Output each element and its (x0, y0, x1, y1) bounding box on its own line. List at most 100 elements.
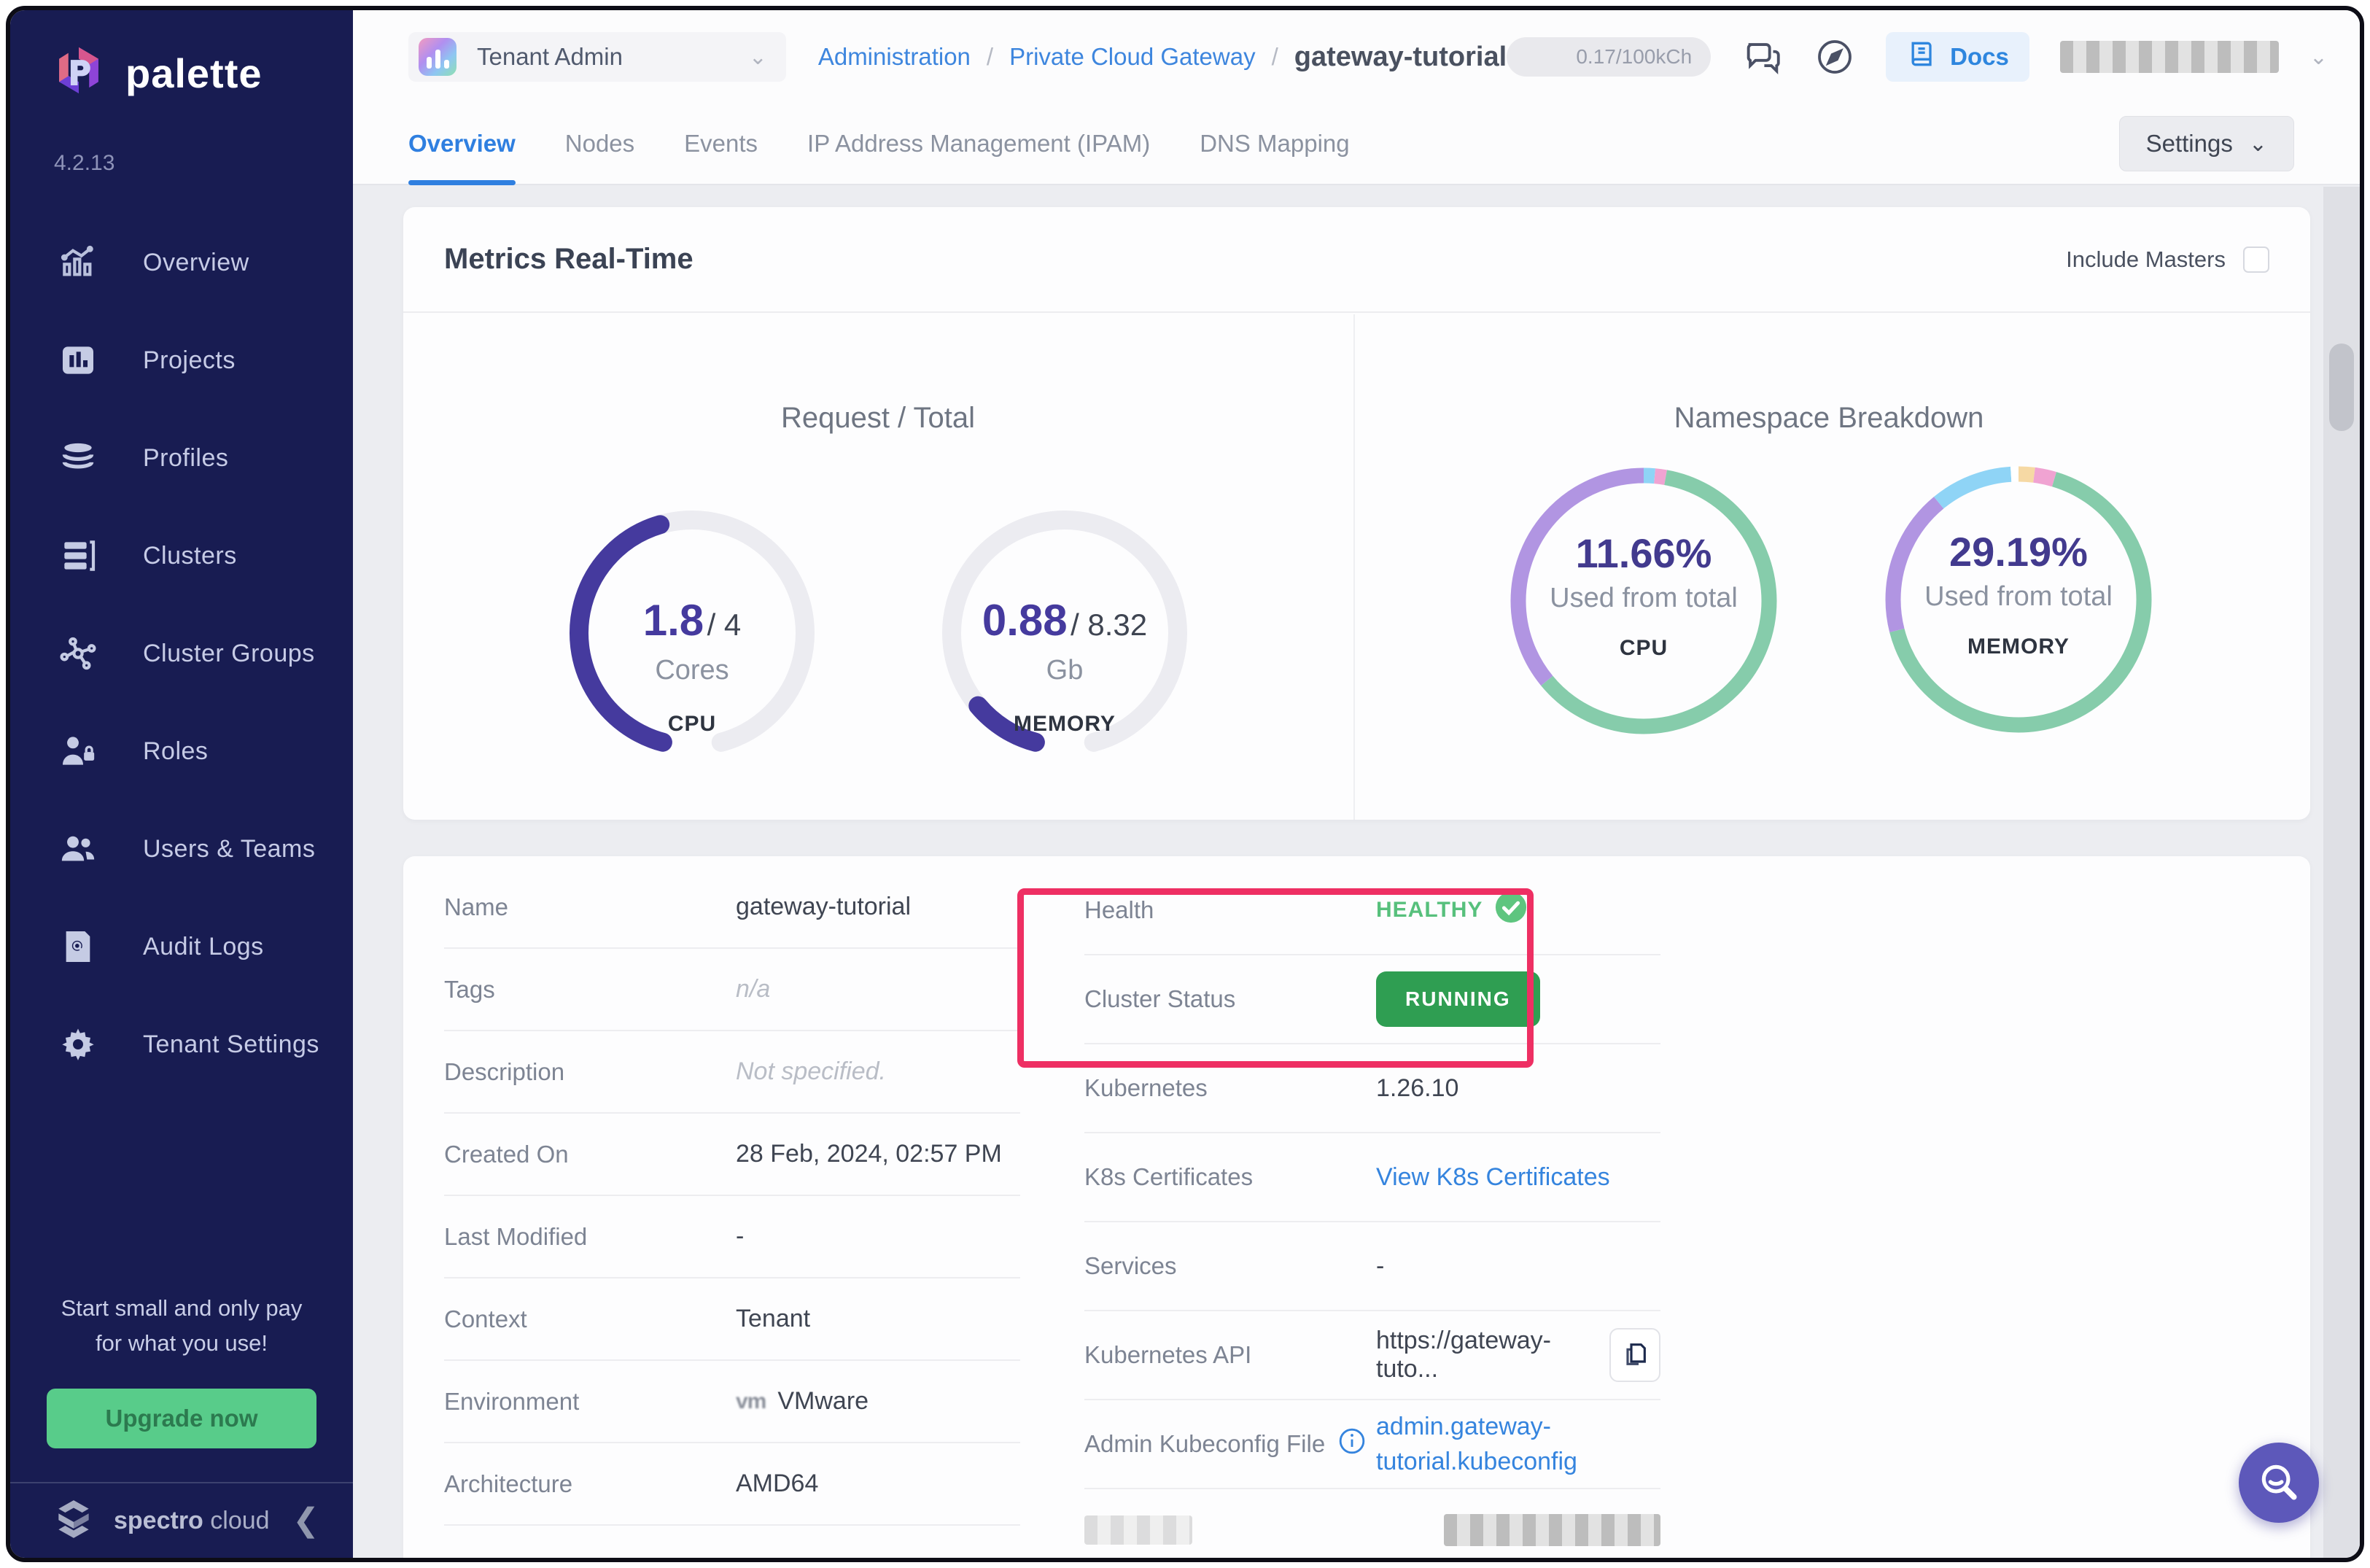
running-status-badge: RUNNING (1376, 971, 1540, 1027)
server-icon (55, 533, 101, 578)
main-area: Tenant Admin ⌄ Administration / Private … (353, 10, 2360, 1558)
row-label: Admin Kubeconfig File (1084, 1430, 1326, 1457)
search-icon (2256, 1459, 2301, 1507)
sidebar-item-overview[interactable]: Overview (55, 240, 353, 285)
bar-chart-icon (55, 338, 101, 383)
settings-button[interactable]: Settings ⌄ (2118, 116, 2294, 171)
row-value: VMware (777, 1387, 869, 1415)
memory-namespace-donut: 29.19% Used from total MEMORY (1880, 461, 2157, 738)
info-icon[interactable] (1338, 1427, 1366, 1461)
row-label: Health (1084, 896, 1154, 923)
scrollbar-track[interactable] (2323, 187, 2360, 1558)
memory-used-percent: 29.19% (1949, 529, 2088, 575)
row-label: Services (1084, 1252, 1177, 1279)
memory-total-value: / 8.32 (1071, 608, 1148, 642)
breadcrumb-separator: / (986, 43, 994, 70)
sidebar-item-label: Profiles (143, 443, 229, 472)
view-k8s-certificates-link[interactable]: View K8s Certificates (1376, 1163, 1660, 1192)
detail-row-name: Name gateway-tutorial (444, 866, 1020, 949)
chevron-down-icon[interactable]: ⌄ (2309, 44, 2328, 70)
scrollbar-thumb[interactable] (2329, 344, 2354, 431)
include-masters-control: Include Masters (2066, 246, 2269, 273)
cpu-namespace-donut: 11.66% Used from total CPU (1505, 462, 1782, 740)
sidebar-item-label: Projects (143, 346, 236, 374)
row-label: Kubernetes API (1084, 1341, 1252, 1368)
tab-overview[interactable]: Overview (408, 104, 516, 185)
breadcrumb: Administration / Private Cloud Gateway /… (818, 42, 1507, 73)
sidebar-collapse-icon[interactable]: ❮ (292, 1505, 319, 1537)
detail-row-created-on: Created On 28 Feb, 2024, 02:57 PM (444, 1114, 1020, 1196)
breadcrumb-link-administration[interactable]: Administration (818, 43, 971, 71)
sidebar-item-clusters[interactable]: Clusters (55, 533, 353, 578)
upgrade-now-button[interactable]: Upgrade now (47, 1389, 316, 1448)
user-menu[interactable] (2059, 41, 2279, 73)
search-fab-button[interactable] (2239, 1443, 2319, 1523)
detail-row-services: Services - (1084, 1222, 1660, 1311)
row-value: Not specified. (736, 1057, 886, 1085)
redacted-value (1444, 1514, 1660, 1546)
kubernetes-api-url: https://gateway-tuto... (1376, 1327, 1552, 1383)
details-left-column: Name gateway-tutorial Tags n/a Descripti… (444, 866, 1020, 1552)
tab-dns-mapping[interactable]: DNS Mapping (1200, 104, 1349, 184)
sidebar-item-cluster-groups[interactable]: Cluster Groups (55, 631, 353, 676)
sidebar-item-roles[interactable]: Roles (55, 729, 353, 774)
credits-usage-pill: 0.17/100kCh (1507, 37, 1712, 77)
breadcrumb-separator: / (1271, 43, 1278, 70)
promo-line-2: for what you use! (95, 1330, 268, 1356)
sidebar-item-projects[interactable]: Projects (55, 338, 353, 383)
layers-icon (55, 435, 101, 481)
cpu-total-value: / 4 (707, 608, 742, 642)
sidebar-item-label: Clusters (143, 541, 237, 570)
compass-tour-icon[interactable] (1814, 36, 1855, 77)
admin-kubeconfig-link[interactable]: admin.gateway-tutorial.kubeconfig (1376, 1409, 1660, 1479)
brand-secondary: cloud (210, 1506, 270, 1534)
row-label: Created On (444, 1140, 569, 1168)
cpu-request-gauge: 1.8 / 4 Cores CPU (561, 502, 823, 764)
row-label: Last Modified (444, 1222, 588, 1250)
include-masters-checkbox[interactable] (2243, 246, 2269, 273)
user-lock-icon (55, 729, 101, 774)
settings-label: Settings (2145, 130, 2233, 157)
feedback-chat-icon[interactable] (1741, 36, 1784, 78)
docs-label: Docs (1950, 43, 2009, 70)
namespace-breakdown-title: Namespace Breakdown (1674, 402, 1984, 434)
chevron-down-icon: ⌄ (2248, 131, 2267, 156)
sidebar-item-profiles[interactable]: Profiles (55, 435, 353, 481)
detail-row-cluster-status: Cluster Status RUNNING (1084, 955, 1660, 1044)
copy-icon (1620, 1340, 1650, 1371)
copy-button[interactable] (1609, 1328, 1660, 1382)
row-value: 28 Feb, 2024, 02:57 PM (736, 1140, 1002, 1168)
chevron-down-icon: ⌄ (748, 44, 767, 69)
breadcrumb-link-pcg[interactable]: Private Cloud Gateway (1009, 43, 1256, 71)
metrics-title: Metrics Real-Time (444, 243, 693, 275)
sidebar-item-audit-logs[interactable]: Audit Logs (55, 924, 353, 969)
network-icon (55, 631, 101, 676)
detail-row-admin-kubeconfig: Admin Kubeconfig File admin.gateway-tuto… (1084, 1400, 1660, 1489)
detail-row-environment: Environment vm VMware (444, 1361, 1020, 1443)
detail-row-architecture: Architecture AMD64 (444, 1443, 1020, 1526)
sidebar: palette 4.2.13 Overview Projects Profile… (10, 10, 353, 1558)
include-masters-label: Include Masters (2066, 246, 2226, 272)
sidebar-item-users-teams[interactable]: Users & Teams (55, 826, 353, 872)
sidebar-item-label: Cluster Groups (143, 639, 315, 667)
tab-nodes[interactable]: Nodes (565, 104, 634, 184)
row-label: Name (444, 893, 509, 920)
row-label: K8s Certificates (1084, 1163, 1254, 1190)
brand-primary: spectro (114, 1506, 203, 1534)
cpu-used-caption: Used from total (1550, 583, 1738, 613)
vmware-logo-icon: vm (736, 1389, 766, 1413)
detail-row-kubernetes-api: Kubernetes API https://gateway-tuto... (1084, 1311, 1660, 1400)
row-value: - (1376, 1251, 1385, 1280)
page-content: Metrics Real-Time Include Masters Reques… (353, 187, 2360, 1558)
project-scope-selector[interactable]: Tenant Admin ⌄ (408, 32, 786, 82)
detail-row-context: Context Tenant (444, 1278, 1020, 1361)
detail-row-kubernetes: Kubernetes 1.26.10 (1084, 1044, 1660, 1133)
detail-row-health: Health HEALTHY (1084, 866, 1660, 955)
docs-button[interactable]: Docs (1886, 32, 2029, 82)
tab-ipam[interactable]: IP Address Management (IPAM) (807, 104, 1150, 184)
sidebar-item-tenant-settings[interactable]: Tenant Settings (55, 1022, 353, 1067)
app-version: 4.2.13 (54, 151, 115, 175)
breadcrumb-current: gateway-tutorial (1294, 41, 1507, 72)
sidebar-item-label: Roles (143, 737, 209, 765)
tab-events[interactable]: Events (684, 104, 758, 184)
